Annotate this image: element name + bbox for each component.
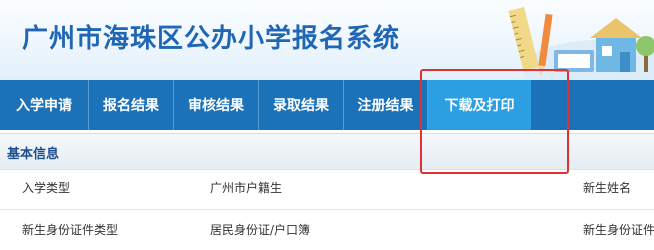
house-icon: [590, 18, 642, 72]
info-row: 新生身份证件类型 居民身份证/户口簿 新生身份证件: [0, 210, 654, 250]
admission-type-label: 入学类型: [22, 181, 71, 195]
id-document-type-value: 居民身份证/户口簿: [210, 223, 311, 237]
site-title: 广州市海珠区公办小学报名系统: [22, 24, 401, 54]
nav-item-enrollment-result[interactable]: 注册结果: [344, 80, 428, 130]
nav-item-admission-result[interactable]: 录取结果: [259, 80, 344, 130]
section-header: 基本信息: [0, 133, 654, 170]
section-title: 基本信息: [7, 147, 60, 162]
book-icon: [554, 50, 594, 72]
header-decoration: [508, 7, 654, 80]
nav-item-download-print[interactable]: 下载及打印: [428, 80, 531, 130]
nav-item-apply[interactable]: 入学申请: [0, 80, 89, 130]
student-name-label: 新生姓名: [583, 181, 632, 195]
nav-item-review-result[interactable]: 审核结果: [174, 80, 259, 130]
nav-item-registration-result[interactable]: 报名结果: [89, 80, 174, 130]
ruler-icon: [508, 7, 540, 72]
info-row: 入学类型 广州市户籍生 新生姓名: [0, 170, 654, 210]
main-nav: 入学申请 报名结果 审核结果 录取结果 注册结果 下载及打印: [0, 80, 654, 130]
nav-filler: [531, 80, 654, 130]
admission-type-value: 广州市户籍生: [210, 181, 283, 195]
id-document-number-label: 新生身份证件: [583, 223, 654, 237]
site-header: 广州市海珠区公办小学报名系统: [0, 0, 654, 80]
id-document-type-label: 新生身份证件类型: [22, 223, 119, 237]
